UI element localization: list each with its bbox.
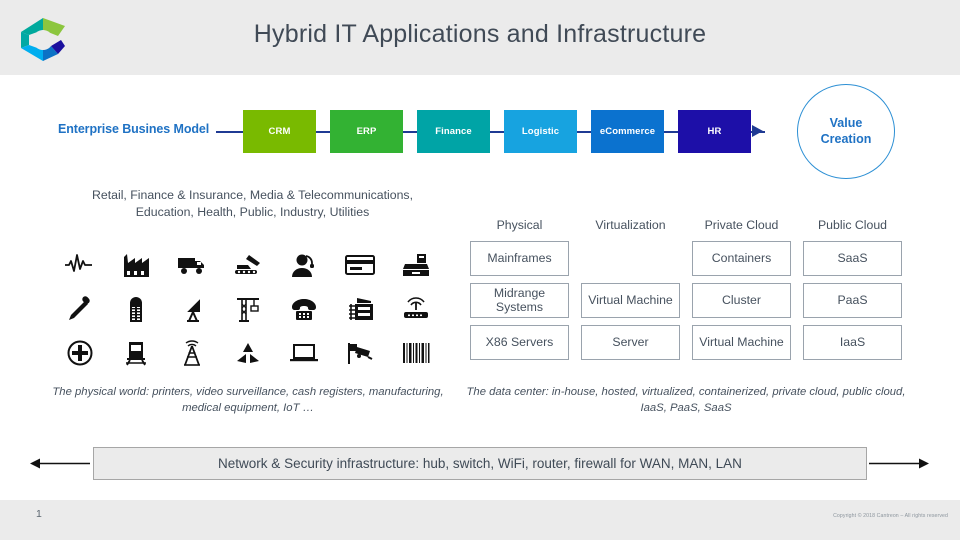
value-creation-circle: Value Creation bbox=[797, 84, 895, 179]
industries-line-1: Retail, Finance & Insurance, Media & Tel… bbox=[91, 188, 413, 202]
footer-band bbox=[0, 500, 960, 540]
train-icon bbox=[108, 331, 164, 375]
factory-icon bbox=[108, 243, 164, 287]
physical-world-icon-grid bbox=[52, 243, 444, 375]
chain-box-finance[interactable]: Finance bbox=[417, 110, 490, 153]
chain-box-label: HR bbox=[707, 126, 722, 137]
stack-cell-empty bbox=[581, 241, 680, 276]
stack-cell-virtual-machine-private[interactable]: Virtual Machine bbox=[692, 325, 791, 360]
chain-box-hr[interactable]: HR bbox=[678, 110, 751, 153]
truck-icon bbox=[164, 243, 220, 287]
chain-box-label: CRM bbox=[268, 126, 291, 137]
chain-box-label: ERP bbox=[356, 126, 377, 137]
value-creation-line1: Value bbox=[829, 115, 863, 130]
stack-cell-iaas[interactable]: IaaS bbox=[803, 325, 902, 360]
network-security-label: Network & Security infrastructure: hub, … bbox=[218, 456, 742, 471]
server-rack-icon bbox=[332, 287, 388, 331]
column-header-public-cloud: Public Cloud bbox=[817, 218, 888, 232]
caption-data-center: The data center: in-house, hosted, virtu… bbox=[466, 386, 906, 415]
value-creation-line2: Creation bbox=[820, 131, 872, 146]
telephone-icon bbox=[276, 287, 332, 331]
chain-connector bbox=[216, 131, 243, 133]
stack-cell-mainframes[interactable]: Mainframes bbox=[470, 241, 569, 276]
chain-box-crm[interactable]: CRM bbox=[243, 110, 316, 153]
stack-cell-containers[interactable]: Containers bbox=[692, 241, 791, 276]
slide-canvas: Hybrid IT Applications and Infrastructur… bbox=[0, 0, 960, 540]
chain-connector bbox=[403, 131, 417, 133]
chain-box-label: eCommerce bbox=[599, 126, 656, 137]
chain-box-logistic[interactable]: Logistic bbox=[504, 110, 577, 153]
chain-connector bbox=[664, 131, 678, 133]
column-header-virtualization: Virtualization bbox=[595, 218, 666, 232]
laptop-icon bbox=[276, 331, 332, 375]
crane-icon bbox=[220, 287, 276, 331]
column-header-physical: Physical bbox=[496, 218, 543, 232]
stack-cell-saas[interactable]: SaaS bbox=[803, 241, 902, 276]
chain-connector bbox=[490, 131, 504, 133]
column-header-private-cloud: Private Cloud bbox=[704, 218, 779, 232]
table-header-row: Physical Virtualization Private Cloud Pu… bbox=[470, 218, 902, 241]
chain-connector bbox=[316, 131, 330, 133]
page-title: Hybrid IT Applications and Infrastructur… bbox=[253, 20, 707, 48]
network-security-bar: Network & Security infrastructure: hub, … bbox=[93, 447, 867, 480]
medical-cross-icon bbox=[52, 331, 108, 375]
barcode-icon bbox=[388, 331, 444, 375]
chain-connector bbox=[577, 131, 591, 133]
industries-list: Retail, Finance & Insurance, Media & Tel… bbox=[40, 187, 465, 222]
chain-label: Enterprise Busines Model bbox=[58, 122, 210, 136]
chain-box-ecommerce[interactable]: eCommerce bbox=[591, 110, 664, 153]
wifi-router-icon bbox=[388, 287, 444, 331]
chain-box-erp[interactable]: ERP bbox=[330, 110, 403, 153]
table-row: Mainframes Containers SaaS bbox=[470, 241, 902, 276]
silo-icon bbox=[108, 287, 164, 331]
chain-box-label: Logistic bbox=[521, 126, 560, 137]
chain-box-label: Finance bbox=[435, 126, 472, 137]
arrow-left-icon bbox=[30, 458, 90, 469]
support-agent-icon bbox=[276, 243, 332, 287]
caption-physical-world: The physical world: printers, video surv… bbox=[52, 386, 444, 415]
stack-cell-virtual-machine[interactable]: Virtual Machine bbox=[581, 283, 680, 318]
page-number: 1 bbox=[36, 508, 42, 520]
table-row: X86 Servers Server Virtual Machine IaaS bbox=[470, 325, 902, 360]
stack-cell-cluster[interactable]: Cluster bbox=[692, 283, 791, 318]
table-row: Midrange Systems Virtual Machine Cluster… bbox=[470, 283, 902, 318]
copyright-notice: Copyright © 2018 Cantreon – All rights r… bbox=[833, 513, 948, 519]
satellite-dish-icon bbox=[164, 287, 220, 331]
stack-cell-server[interactable]: Server bbox=[581, 325, 680, 360]
radiation-icon bbox=[220, 331, 276, 375]
pulse-icon bbox=[52, 243, 108, 287]
credit-card-icon bbox=[332, 243, 388, 287]
pipette-icon bbox=[52, 287, 108, 331]
cash-register-icon bbox=[388, 243, 444, 287]
industries-line-2: Education, Health, Public, Industry, Uti… bbox=[135, 205, 370, 220]
stack-cell-midrange-systems[interactable]: Midrange Systems bbox=[470, 283, 569, 318]
stack-cell-x86-servers[interactable]: X86 Servers bbox=[470, 325, 569, 360]
chain-arrow-icon bbox=[752, 125, 763, 137]
stack-cell-paas[interactable]: PaaS bbox=[803, 283, 902, 318]
excavator-icon bbox=[220, 243, 276, 287]
arrow-right-icon bbox=[869, 458, 929, 469]
radio-tower-icon bbox=[164, 331, 220, 375]
infrastructure-stack-table: Physical Virtualization Private Cloud Pu… bbox=[470, 218, 902, 367]
security-camera-icon bbox=[332, 331, 388, 375]
